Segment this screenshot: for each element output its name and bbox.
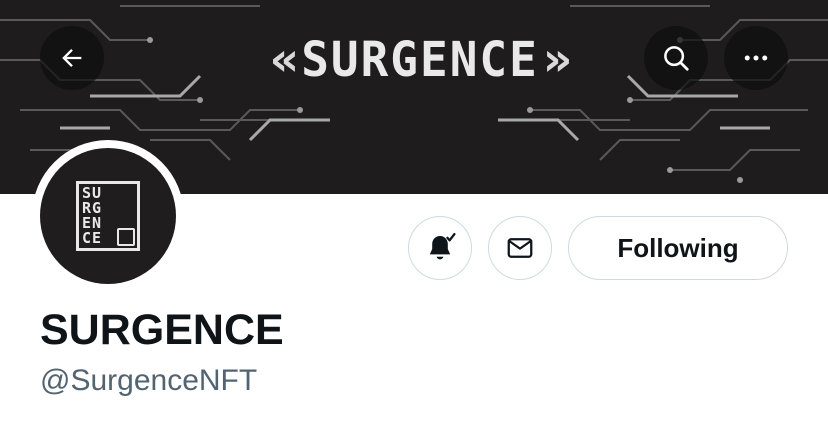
notifications-button[interactable] — [408, 216, 472, 280]
arrow-left-icon — [62, 49, 82, 67]
display-name: SURGENCE — [40, 306, 284, 354]
search-button[interactable] — [644, 26, 708, 90]
search-icon — [664, 46, 689, 71]
user-handle: @SurgenceNFT — [40, 364, 258, 397]
banner-chevron-right: » — [542, 32, 572, 86]
more-horizontal-icon — [744, 55, 768, 61]
avatar-logo: SU RG EN CE — [76, 181, 140, 251]
more-options-button[interactable] — [724, 26, 788, 90]
banner-chevron-left: « — [269, 32, 299, 86]
envelope-icon — [507, 238, 533, 258]
avatar-seal-icon — [117, 228, 135, 246]
banner-wordmark: SURGENCE — [301, 30, 539, 88]
banner-logo: « SURGENCE » — [176, 30, 652, 88]
bell-checked-icon — [429, 232, 456, 260]
following-button[interactable]: Following — [568, 216, 788, 280]
message-button[interactable] — [488, 216, 552, 280]
avatar[interactable]: SU RG EN CE — [40, 148, 176, 284]
back-button[interactable] — [40, 26, 104, 90]
